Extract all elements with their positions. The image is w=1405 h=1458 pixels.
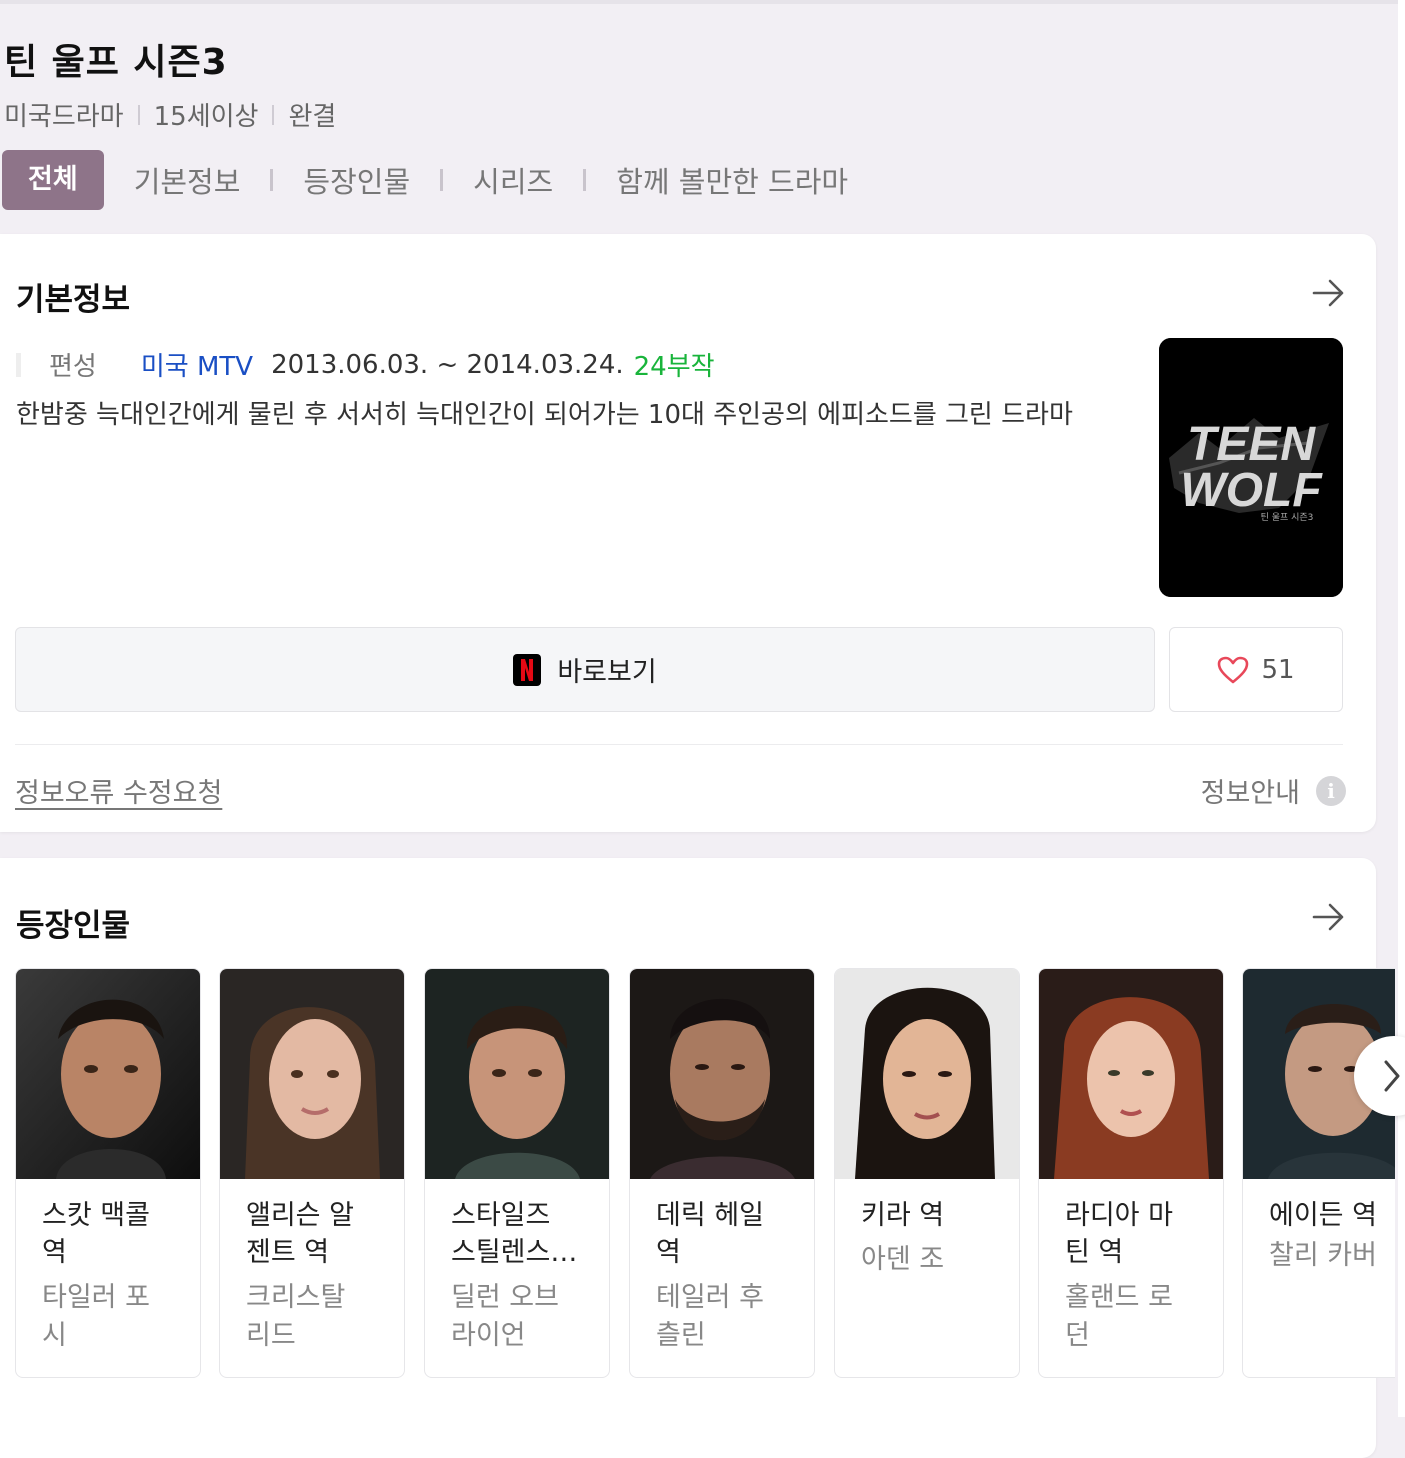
- cast-photo: [1039, 969, 1223, 1179]
- arrow-right-icon[interactable]: [1312, 278, 1346, 308]
- chevron-right-icon: [1384, 1060, 1400, 1092]
- heart-icon: [1218, 656, 1249, 683]
- cast-member-card[interactable]: 에이든 역 찰리 카버: [1242, 968, 1395, 1378]
- info-guide[interactable]: 정보안내 i: [1201, 771, 1346, 810]
- meta-genre: 미국드라마: [4, 102, 124, 132]
- tab-basic-info[interactable]: 기본정보: [134, 159, 241, 201]
- cast-photo: [220, 969, 404, 1179]
- watch-now-button[interactable]: 바로보기: [15, 627, 1155, 712]
- meta-separator: [272, 104, 275, 125]
- top-divider: [0, 0, 1398, 4]
- page-title: 틴 울프 시즌3: [4, 42, 228, 83]
- report-error-link[interactable]: 정보오류 수정요청: [15, 771, 222, 810]
- poster-title-line2: WOLF: [1180, 464, 1323, 517]
- cast-member-card[interactable]: 스타일즈 스틸렌스… 딜런 오브 라이언: [424, 968, 610, 1378]
- meta-status: 완결: [288, 102, 337, 132]
- tab-separator: [270, 169, 274, 191]
- cast-actor: 크리스탈 리드: [246, 1282, 346, 1351]
- synopsis: 한밤중 늑대인간에게 물린 후 서서히 늑대인간이 되어가는 10대 주인공의 …: [16, 400, 1073, 430]
- cast-member-card[interactable]: 앨리슨 알 젠트 역 크리스탈 리드: [219, 968, 405, 1378]
- carousel-next-button[interactable]: [1354, 1036, 1405, 1116]
- cast-role: 에이든 역: [1269, 1200, 1377, 1231]
- cast-role: 스캇 맥콜 역: [42, 1200, 150, 1268]
- tab-separator: [583, 169, 587, 191]
- cast-member-card[interactable]: 스캇 맥콜 역 타일러 포시: [15, 968, 201, 1378]
- broadcast-network[interactable]: 미국 MTV: [141, 346, 253, 383]
- tab-cast[interactable]: 등장인물: [303, 159, 410, 201]
- poster-subtitle: 틴 울프 시즌3: [1261, 512, 1314, 523]
- cast-photo: [425, 969, 609, 1179]
- arrow-right-icon[interactable]: [1312, 902, 1346, 932]
- broadcast-info: 편성 미국 MTV 2013.06.03. ~ 2014.03.24. 24부작: [16, 346, 715, 383]
- cast-actor: 아덴 조: [861, 1244, 945, 1275]
- tab-similar-dramas[interactable]: 함께 볼만한 드라마: [616, 159, 848, 201]
- cast-actor: 홀랜드 로던: [1065, 1282, 1173, 1351]
- tab-separator: [440, 169, 444, 191]
- tab-bar: 전체 기본정보 등장인물 시리즈 함께 볼만한 드라마: [2, 150, 848, 210]
- cast-actor: 찰리 카버: [1269, 1240, 1377, 1271]
- poster-image[interactable]: TEEN WOLF 틴 울프 시즌3: [1159, 338, 1343, 597]
- cast-role: 키라 역: [861, 1200, 945, 1231]
- meta-separator: [137, 104, 140, 125]
- watch-now-label: 바로보기: [557, 657, 657, 688]
- like-count: 51: [1261, 654, 1295, 685]
- cast-title: 등장인물: [16, 908, 131, 944]
- broadcast-label: 편성: [49, 352, 97, 382]
- card-divider: [15, 744, 1343, 745]
- cast-member-card[interactable]: 데릭 헤일 역 테일러 후 츨린: [629, 968, 815, 1378]
- info-icon: i: [1316, 775, 1346, 806]
- cast-list: 스캇 맥콜 역 타일러 포시 앨리슨 알 젠트 역 크리스탈 리드 스타일즈 스…: [15, 968, 1395, 1378]
- right-edge: [1398, 0, 1405, 1417]
- meta-rating: 15세이상: [153, 102, 259, 132]
- cast-role: 데릭 헤일 역: [656, 1200, 764, 1268]
- cast-photo: [16, 969, 200, 1179]
- tab-series[interactable]: 시리즈: [473, 159, 553, 201]
- like-button[interactable]: 51: [1169, 627, 1343, 712]
- broadcast-dates: 2013.06.03. ~ 2014.03.24.: [271, 349, 624, 380]
- cast-photo: [835, 969, 1019, 1179]
- cast-actor: 테일러 후 츨린: [656, 1282, 764, 1351]
- basic-info-card: 기본정보 편성 미국 MTV 2013.06.03. ~ 2014.03.24.…: [0, 234, 1376, 832]
- cast-role: 앨리슨 알 젠트 역: [246, 1200, 354, 1268]
- page-header: 틴 울프 시즌3 미국드라마 15세이상 완결: [4, 40, 336, 133]
- info-guide-label: 정보안내: [1200, 778, 1300, 809]
- cast-card-section: 등장인물 스캇 맥콜 역 타일러 포시 앨리슨 알 젠트 역 크리스탈 리드 스…: [0, 858, 1395, 1458]
- basic-info-title: 기본정보: [16, 282, 131, 318]
- info-bullet: [16, 352, 21, 377]
- cast-member-card[interactable]: 라디아 마틴 역 홀랜드 로던: [1038, 968, 1224, 1378]
- poster-art: TEEN WOLF 틴 울프 시즌3: [1159, 338, 1343, 597]
- cast-member-card[interactable]: 키라 역 아덴 조: [834, 968, 1020, 1378]
- cast-role: 스타일즈 스틸렌스…: [451, 1200, 578, 1268]
- title-meta: 미국드라마 15세이상 완결: [4, 96, 336, 133]
- cast-actor: 딜런 오브 라이언: [451, 1282, 559, 1351]
- tab-all[interactable]: 전체: [2, 150, 104, 210]
- episode-count: 24부작: [633, 352, 715, 382]
- cast-photo: [630, 969, 814, 1179]
- cast-actor: 타일러 포시: [42, 1282, 150, 1351]
- cast-role: 라디아 마틴 역: [1065, 1200, 1173, 1268]
- netflix-icon: [513, 653, 542, 686]
